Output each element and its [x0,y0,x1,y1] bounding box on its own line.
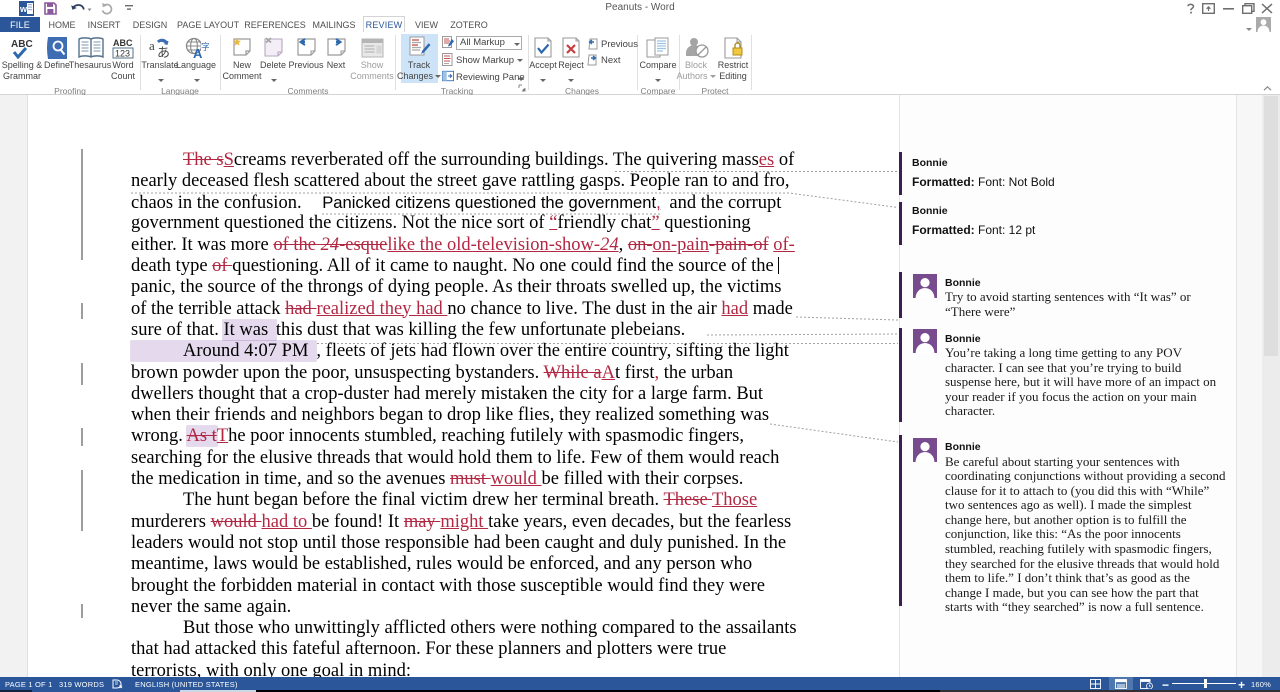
svg-text:字: 字 [201,41,209,52]
svg-text:a: a [149,38,155,53]
svg-text:w: w [19,4,28,14]
svg-text:ABC: ABC [113,38,133,48]
svg-text:123: 123 [115,49,130,59]
svg-text:ABC: ABC [11,39,33,50]
svg-text:あ: あ [157,45,170,59]
